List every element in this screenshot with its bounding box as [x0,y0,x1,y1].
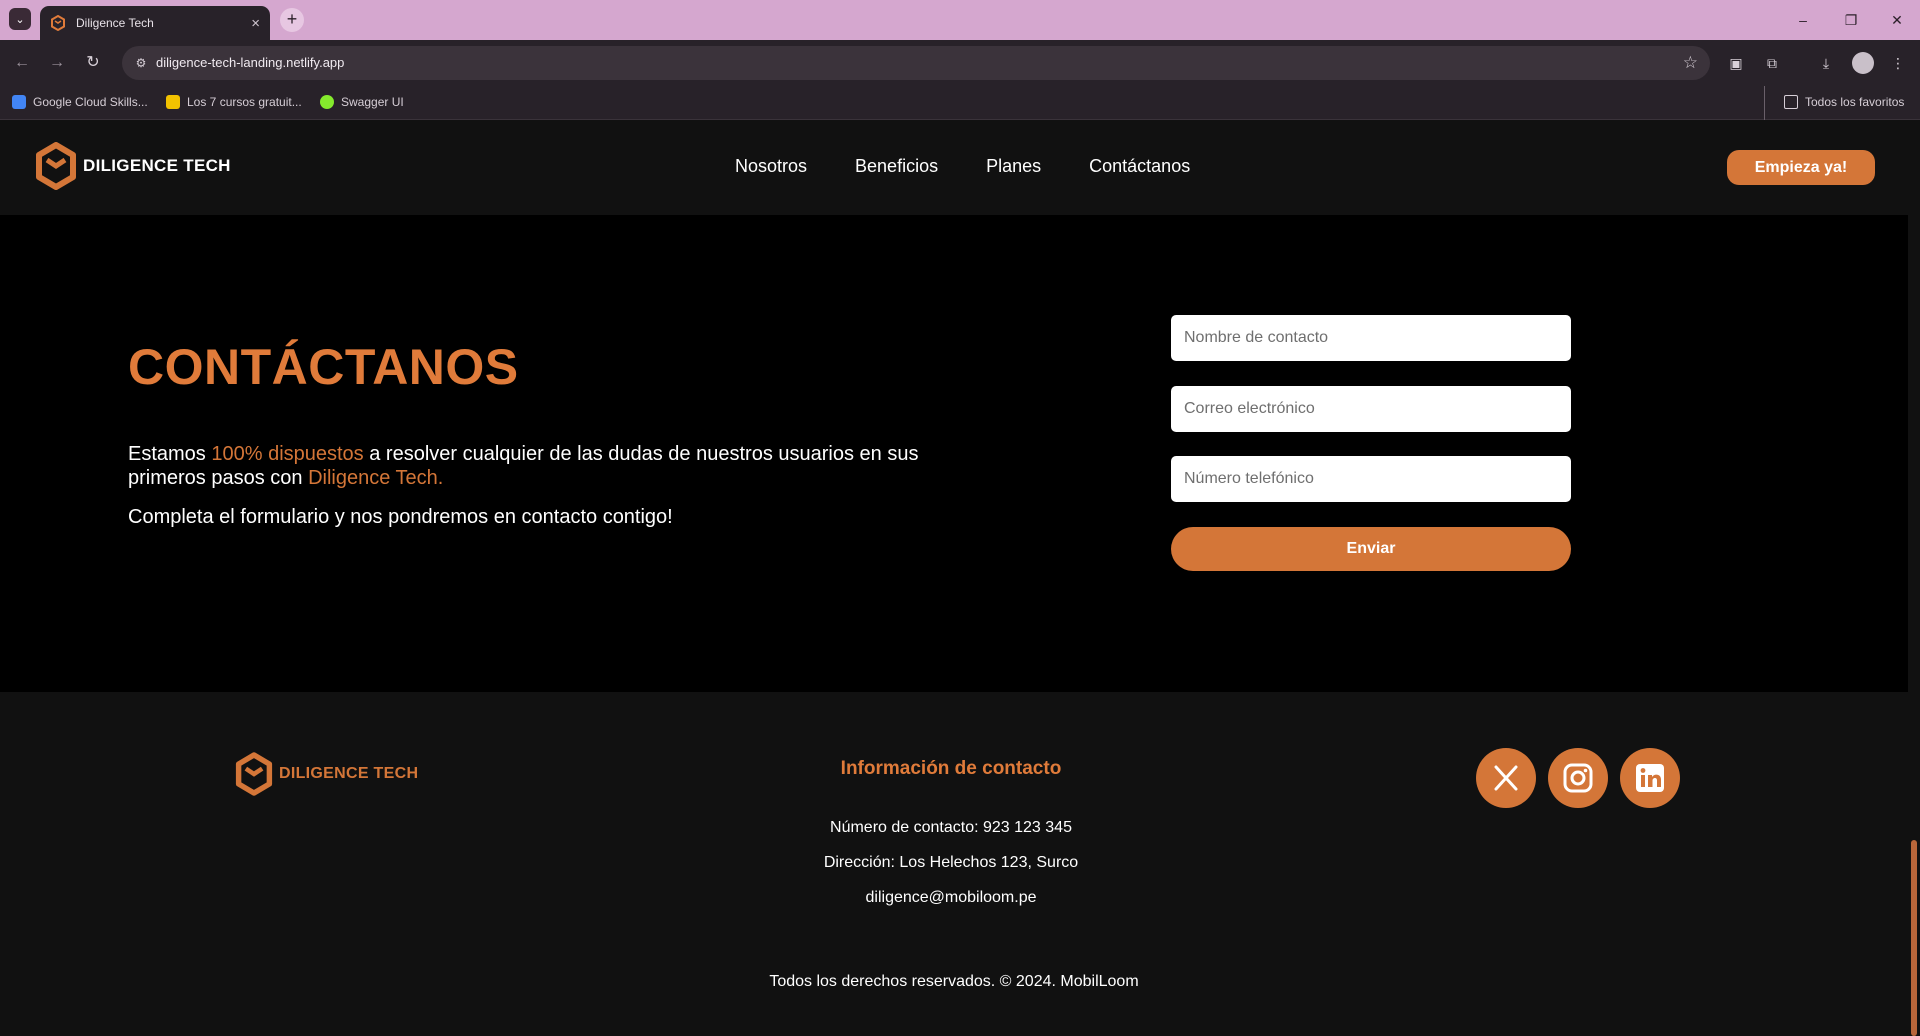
url-text: diligence-tech-landing.netlify.app [156,55,345,70]
contact-address: Dirección: Los Helechos 123, Surco [823,854,1079,871]
bookmark-star-icon[interactable]: ☆ [1683,53,1698,73]
contact-phone: Número de contacto: 923 123 345 [830,819,1072,836]
google-cloud-icon [12,95,26,109]
address-bar[interactable]: ⚙ diligence-tech-landing.netlify.app ☆ [122,46,1710,80]
bookmarks-divider [1764,86,1765,120]
instagram-social-button[interactable] [1548,748,1608,808]
nav-link-nosotros[interactable]: Nosotros [735,156,807,177]
bookmark-favicon-icon [166,95,180,109]
new-tab-button[interactable]: + [280,8,304,32]
bookmarks-bar: Google Cloud Skills... Los 7 cursos grat… [0,86,1920,120]
copyright-text: Todos los derechos reservados. © 2024. M… [769,973,1139,990]
swagger-icon [320,95,334,109]
scrollbar-thumb[interactable] [1911,840,1917,1036]
tab-search-icon[interactable]: ⌄ [9,8,31,30]
contact-description: Estamos 100% dispuestos a resolver cualq… [128,442,948,490]
page-viewport: DILIGENCE TECH Nosotros Beneficios Plane… [0,120,1920,1036]
nav-link-planes[interactable]: Planes [986,156,1041,177]
instagram-icon [1563,763,1593,793]
contact-email[interactable]: diligence@mobiloom.pe [0,889,1902,907]
logo-icon [36,142,76,190]
bookmark-label: Los 7 cursos gratuit... [187,95,302,109]
nav-link-beneficios[interactable]: Beneficios [855,156,938,177]
browser-tab-strip: ⌄ Diligence Tech × + – ❐ ✕ [0,0,1920,40]
email-input[interactable] [1171,386,1571,432]
bookmark-label: Swagger UI [341,95,404,109]
text-segment: Estamos [128,443,212,465]
contact-cta-text: Completa el formulario y nos pondremos e… [128,506,673,528]
bookmark-item[interactable]: Google Cloud Skills... [12,95,148,109]
x-social-button[interactable] [1476,748,1536,808]
main-nav: Nosotros Beneficios Planes Contáctanos [735,156,1190,177]
tab-close-icon[interactable]: × [251,16,260,31]
menu-dots-icon[interactable]: ⋮ [1887,52,1909,74]
bookmark-label: Google Cloud Skills... [33,95,148,109]
close-window-icon[interactable]: ✕ [1882,8,1912,32]
contact-name-input[interactable] [1171,315,1571,361]
site-favicon-icon [51,15,65,31]
nav-link-contactanos[interactable]: Contáctanos [1089,156,1190,177]
extensions-puzzle-icon[interactable]: ⧉ [1761,52,1783,74]
phone-input[interactable] [1171,456,1571,502]
highlight-text: Diligence Tech. [308,467,444,489]
linkedin-social-button[interactable] [1620,748,1680,808]
page-scrollbar[interactable] [1908,120,1920,1036]
header-logo[interactable]: DILIGENCE TECH [35,142,231,190]
back-icon[interactable]: ← [11,52,33,74]
browser-toolbar: ← → ↻ ⚙ diligence-tech-landing.netlify.a… [0,40,1920,86]
bookmark-item[interactable]: Swagger UI [320,95,404,109]
contact-title: CONTÁCTANOS [128,339,519,395]
x-icon [1494,765,1518,791]
extension-icon[interactable]: ▣ [1725,52,1747,74]
submit-button[interactable]: Enviar [1171,527,1571,571]
browser-tab[interactable]: Diligence Tech × [40,6,270,40]
reload-icon[interactable]: ↻ [82,52,104,74]
forward-icon[interactable]: → [46,52,68,74]
folder-icon [1784,95,1798,109]
highlight-text: 100% dispuestos [211,443,364,465]
download-icon[interactable]: ⤓ [1815,52,1837,74]
minimize-icon[interactable]: – [1788,8,1818,32]
all-bookmarks-folder[interactable]: Todos los favoritos [1784,95,1904,109]
site-header: DILIGENCE TECH Nosotros Beneficios Plane… [0,120,1908,215]
restore-icon[interactable]: ❐ [1836,8,1866,32]
profile-avatar[interactable] [1852,52,1874,74]
all-bookmarks-label: Todos los favoritos [1805,95,1905,109]
contact-info-title: Información de contacto [840,758,1062,779]
get-started-button[interactable]: Empieza ya! [1727,150,1875,185]
brand-name: DILIGENCE TECH [83,156,231,175]
bookmark-item[interactable]: Los 7 cursos gratuit... [166,95,302,109]
site-info-icon[interactable]: ⚙ [132,54,150,72]
linkedin-icon [1636,764,1664,792]
tab-title: Diligence Tech [76,16,154,30]
